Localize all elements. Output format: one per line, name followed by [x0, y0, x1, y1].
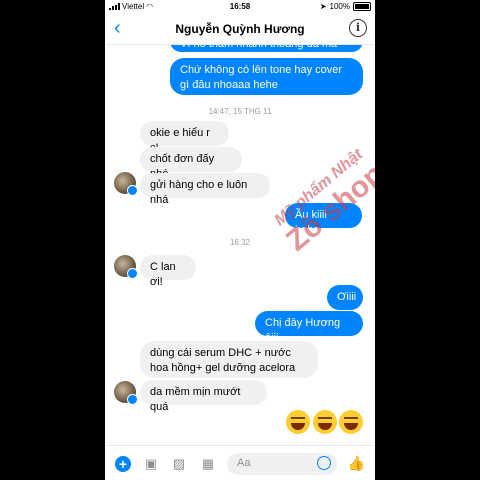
- battery-icon: [353, 2, 371, 11]
- messenger-badge-icon: [127, 394, 138, 405]
- watermark: Mỹ phẩm Nhật Zô shop: [256, 133, 375, 269]
- laughing-emoji-icon[interactable]: [339, 410, 363, 434]
- laughing-emoji-icon[interactable]: [313, 410, 337, 434]
- info-icon[interactable]: i: [349, 19, 367, 37]
- message-incoming[interactable]: okie e hiểu r c!: [140, 121, 229, 154]
- laughing-emoji-icon[interactable]: [286, 410, 310, 434]
- camera-icon[interactable]: ▣: [143, 456, 159, 471]
- avatar[interactable]: [114, 381, 138, 405]
- message-outgoing[interactable]: Ơiiii: [327, 285, 363, 310]
- messenger-badge-icon: [127, 185, 138, 196]
- message-incoming[interactable]: C lan ơi!: [140, 255, 196, 288]
- message-incoming[interactable]: dùng cái serum DHC + nước hoa hồng+ gel …: [140, 341, 318, 378]
- message-outgoing[interactable]: Chị đây Hương ôiii: [255, 311, 363, 344]
- messenger-screen: Viettel ◠ 16:58 ➤ 100% ‹ Nguyễn Quỳnh Hư…: [105, 0, 375, 480]
- message-incoming[interactable]: gửi hàng cho e luôn nhá: [140, 173, 270, 206]
- avatar[interactable]: [114, 172, 138, 196]
- location-icon: ➤: [319, 2, 327, 11]
- messenger-badge-icon: [127, 268, 138, 279]
- message-incoming[interactable]: chốt đơn đấy nhé: [140, 147, 242, 180]
- timestamp: 14:47, 15 THG 11: [208, 107, 272, 116]
- avatar[interactable]: [114, 255, 138, 279]
- message-input[interactable]: Aa: [227, 453, 337, 475]
- battery-percent: 100%: [329, 2, 350, 11]
- status-bar: Viettel ◠ 16:58 ➤ 100%: [105, 0, 375, 14]
- composer-bar: + ▣ ▨ ▦ Aa 👍: [105, 445, 375, 480]
- message-input-placeholder: Aa: [237, 457, 251, 469]
- message-incoming[interactable]: da mềm mịn mướt quá: [140, 380, 267, 413]
- plus-icon[interactable]: +: [115, 456, 131, 472]
- like-icon[interactable]: 👍: [348, 455, 365, 472]
- message-outgoing[interactable]: Ầu kiiii hehe: [285, 203, 362, 236]
- grid-icon[interactable]: ▦: [200, 456, 216, 471]
- timestamp: 16:32: [229, 238, 251, 247]
- conversation-header: ‹ Nguyễn Quỳnh Hương i: [105, 14, 375, 45]
- message-outgoing[interactable]: Chứ không có lên tone hay cover gì đâu n…: [170, 58, 363, 95]
- contact-name[interactable]: Nguyễn Quỳnh Hương: [105, 22, 375, 36]
- photo-icon[interactable]: ▨: [171, 456, 187, 471]
- battery-area: ➤ 100%: [320, 2, 371, 11]
- emoji-icon[interactable]: [317, 456, 331, 470]
